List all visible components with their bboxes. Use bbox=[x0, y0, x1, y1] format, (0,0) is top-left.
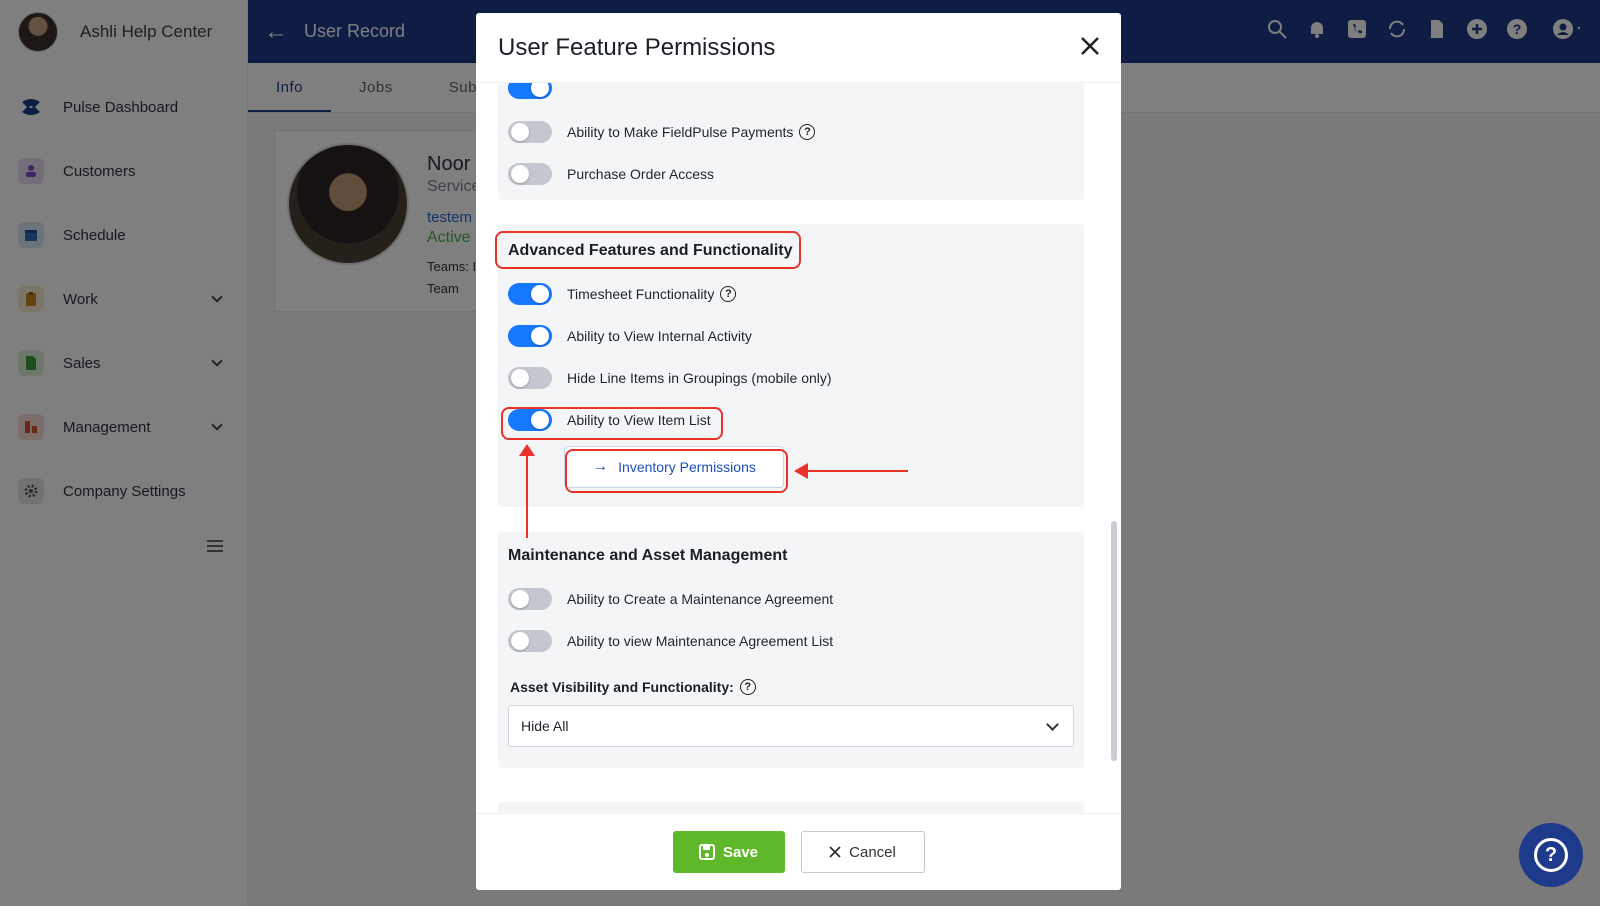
permission-label: Ability to view Maintenance Agreement Li… bbox=[567, 633, 834, 649]
permission-toggle[interactable] bbox=[508, 325, 552, 347]
modal-header: User Feature Permissions bbox=[476, 13, 1121, 83]
asset-visibility-value: Hide All bbox=[521, 718, 569, 734]
permission-label: Hide Line Items in Groupings (mobile onl… bbox=[567, 370, 832, 386]
save-button[interactable]: Save bbox=[672, 831, 785, 873]
help-icon[interactable]: ? bbox=[720, 286, 737, 302]
maintenance-section: Maintenance and Asset Management Ability… bbox=[498, 532, 1084, 768]
permission-row: Ability to Make FieldPulse Payments ? bbox=[508, 117, 816, 147]
permission-toggle[interactable] bbox=[508, 163, 552, 185]
permission-row: Timesheet Functionality ? bbox=[508, 279, 737, 309]
permission-toggle[interactable] bbox=[508, 83, 552, 99]
modal-title: User Feature Permissions bbox=[498, 33, 776, 61]
permission-row-partial bbox=[508, 83, 552, 103]
annotation-highlight-item-list-toggle bbox=[501, 407, 723, 440]
help-icon[interactable]: ? bbox=[799, 124, 816, 140]
annotation-arrowhead-up bbox=[519, 444, 535, 456]
save-label: Save bbox=[722, 843, 759, 861]
question-icon: ? bbox=[1534, 838, 1568, 872]
permission-label: Ability to Create a Maintenance Agreemen… bbox=[567, 591, 834, 607]
section-title: Maintenance and Asset Management bbox=[508, 547, 788, 564]
permission-label: Timesheet Functionality bbox=[567, 286, 715, 302]
close-icon[interactable] bbox=[1079, 35, 1101, 57]
permission-row: Ability to View Internal Activity bbox=[508, 321, 752, 351]
annotation-highlight-inventory-button bbox=[565, 449, 788, 493]
permission-label: Ability to View Internal Activity bbox=[567, 328, 752, 344]
annotation-arrowhead-left bbox=[794, 463, 808, 479]
annotation-highlight-section-title bbox=[495, 231, 801, 269]
permission-toggle[interactable] bbox=[508, 630, 552, 652]
cancel-label: Cancel bbox=[849, 843, 896, 861]
next-section-partial bbox=[498, 802, 1084, 813]
permission-label: Ability to Make FieldPulse Payments bbox=[567, 124, 794, 140]
asset-visibility-label: Asset Visibility and Functionality: ? bbox=[510, 679, 756, 695]
help-icon[interactable]: ? bbox=[739, 679, 756, 695]
help-chat-button[interactable]: ? bbox=[1519, 823, 1583, 887]
asset-visibility-select[interactable]: Hide All bbox=[508, 705, 1074, 747]
permission-row: Ability to view Maintenance Agreement Li… bbox=[508, 626, 833, 656]
modal-footer: Save Cancel bbox=[476, 813, 1121, 890]
save-icon bbox=[698, 844, 715, 860]
permission-row: Hide Line Items in Groupings (mobile onl… bbox=[508, 363, 832, 393]
modal-scrollbar[interactable] bbox=[1111, 521, 1117, 761]
asset-visibility-text: Asset Visibility and Functionality: bbox=[510, 679, 734, 695]
permission-row: Ability to Create a Maintenance Agreemen… bbox=[508, 584, 833, 614]
permission-label: Purchase Order Access bbox=[567, 166, 715, 182]
cancel-button[interactable]: Cancel bbox=[800, 831, 925, 873]
modal-body: Ability to Make FieldPulse Payments ? Pu… bbox=[476, 83, 1121, 813]
permission-row: Purchase Order Access bbox=[508, 159, 714, 189]
close-icon bbox=[829, 846, 841, 858]
payments-section: Ability to Make FieldPulse Payments ? Pu… bbox=[498, 83, 1084, 200]
chevron-down-icon bbox=[1046, 718, 1059, 731]
permission-toggle[interactable] bbox=[508, 588, 552, 610]
permission-toggle[interactable] bbox=[508, 283, 552, 305]
permission-toggle[interactable] bbox=[508, 367, 552, 389]
permission-toggle[interactable] bbox=[508, 121, 552, 143]
annotation-arrow-vertical bbox=[526, 452, 528, 538]
annotation-arrow-horizontal bbox=[804, 470, 908, 472]
